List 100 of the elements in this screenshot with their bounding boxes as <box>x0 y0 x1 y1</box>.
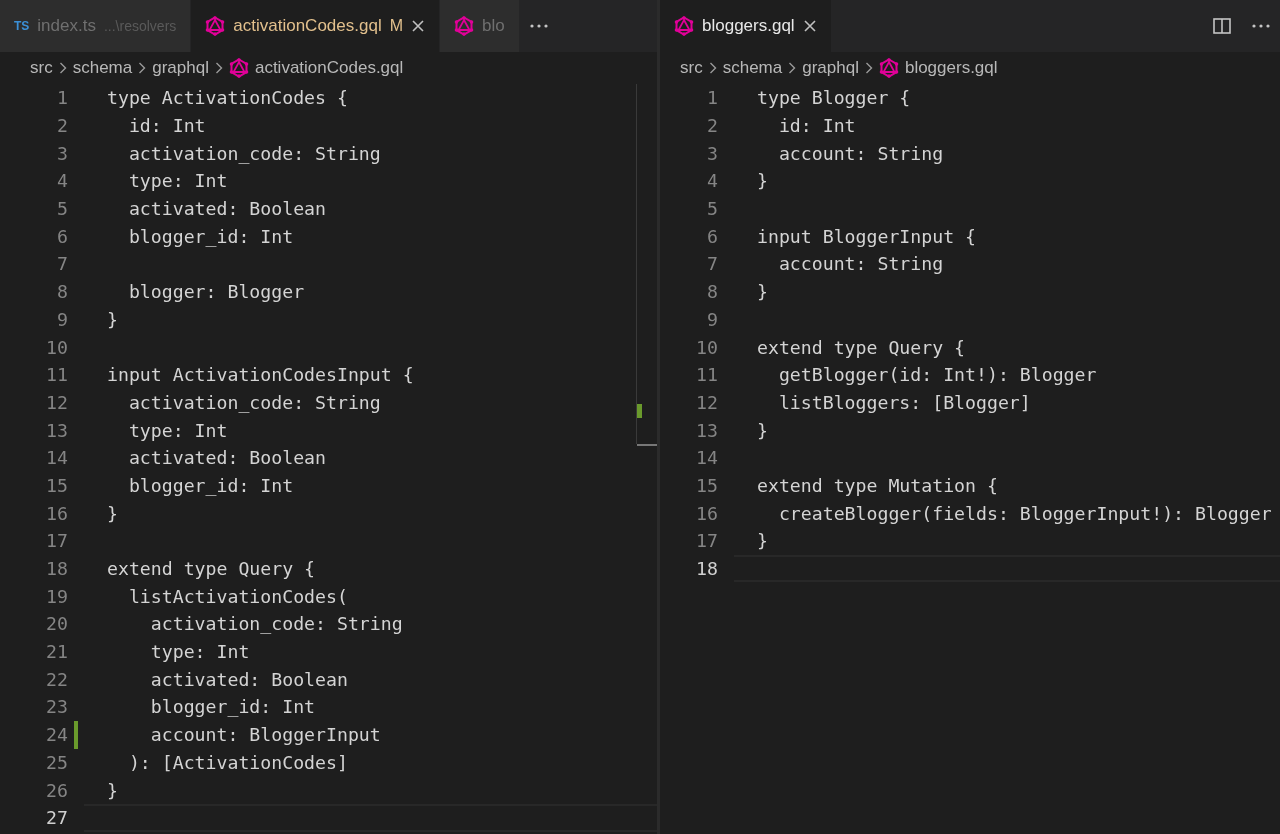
code-line: } <box>106 307 119 332</box>
line-number: 9 <box>706 308 718 330</box>
code-line: blogger_id: Int <box>149 695 317 720</box>
code-line: activated: Boolean <box>127 197 327 222</box>
code-line: type ActivationCodes { <box>106 86 349 111</box>
breadcrumb-item[interactable]: schema <box>722 58 783 78</box>
code-line: id: Int <box>127 114 207 139</box>
code-line: listActivationCodes( <box>127 584 349 609</box>
line-number: 21 <box>45 641 68 663</box>
line-number: 10 <box>45 336 68 358</box>
code-line: } <box>756 529 769 554</box>
line-number: 14 <box>45 447 68 469</box>
line-number: 11 <box>695 364 718 386</box>
code-line: type: Int <box>149 640 251 665</box>
code-line: type: Int <box>127 418 229 443</box>
code-line: account: BloggerInput <box>149 723 382 748</box>
code-line: activation_code: String <box>127 141 382 166</box>
line-number: 24 <box>45 724 68 746</box>
line-number: 5 <box>706 198 718 220</box>
code-line: activated: Boolean <box>149 667 349 692</box>
editor-tab[interactable]: bloggers.gql <box>660 0 832 52</box>
code-line: } <box>756 418 769 443</box>
code-line: ): [ActivationCodes] <box>127 750 349 775</box>
code-line: extend type Mutation { <box>756 473 999 498</box>
code-line: getBlogger(id: Int!): Blogger <box>777 363 1098 388</box>
line-number: 8 <box>56 281 68 303</box>
editor-tab[interactable]: activationCodes.gql M <box>191 0 440 52</box>
chevron-icon <box>788 62 797 74</box>
line-number: 11 <box>45 364 68 386</box>
split-editor-icon[interactable] <box>1212 16 1232 36</box>
breadcrumb-item[interactable]: schema <box>72 58 133 78</box>
code-line: activated: Boolean <box>127 446 327 471</box>
code-line: } <box>756 280 769 305</box>
line-number: 2 <box>56 115 68 137</box>
code-line: extend type Query { <box>106 557 317 582</box>
code-line: account: String <box>777 252 945 277</box>
line-number: 9 <box>56 308 68 330</box>
line-number: 19 <box>45 585 68 607</box>
line-number: 8 <box>706 281 718 303</box>
line-number: 1 <box>706 87 718 109</box>
line-number: 3 <box>706 142 718 164</box>
chevron-icon <box>864 62 873 74</box>
line-number: 23 <box>45 696 68 718</box>
line-number: 18 <box>695 558 718 580</box>
line-number: 20 <box>45 613 68 635</box>
graphql-icon <box>454 16 474 36</box>
line-number: 7 <box>56 253 68 275</box>
breadcrumb-item[interactable]: graphql <box>152 58 209 78</box>
breadcrumb-item[interactable]: bloggers.gql <box>904 58 998 78</box>
code-line: listBloggers: [Blogger] <box>777 390 1032 415</box>
line-number: 2 <box>706 115 718 137</box>
line-number: 7 <box>706 253 718 275</box>
line-number: 4 <box>706 170 718 192</box>
line-number: 12 <box>45 391 68 413</box>
breadcrumb-item[interactable]: activationCodes.gql <box>254 58 404 78</box>
close-icon[interactable] <box>411 19 425 33</box>
line-number: 15 <box>45 474 68 496</box>
line-number: 6 <box>706 225 718 247</box>
code-line: activation_code: String <box>127 390 382 415</box>
graphql-icon <box>228 58 249 78</box>
graphql-icon <box>205 16 226 36</box>
line-number: 17 <box>45 530 68 552</box>
typescript-icon: TS <box>14 19 30 33</box>
code-line: blogger_id: Int <box>127 224 295 249</box>
line-number: 14 <box>695 447 718 469</box>
code-line: blogger: Blogger <box>127 280 306 305</box>
more-icon[interactable] <box>1252 24 1270 28</box>
graphql-icon <box>674 16 694 36</box>
code-line: input BloggerInput { <box>756 224 977 249</box>
more-icon[interactable] <box>529 24 548 28</box>
line-number: 25 <box>45 751 68 773</box>
code-line: extend type Query { <box>756 335 967 360</box>
chevron-icon <box>214 62 223 74</box>
breadcrumb-item[interactable]: src <box>680 58 703 78</box>
code-line: type: Int <box>127 169 229 194</box>
line-number: 15 <box>695 474 718 496</box>
line-number: 18 <box>45 558 68 580</box>
line-number: 16 <box>45 502 68 524</box>
line-number: 10 <box>695 336 718 358</box>
line-number: 12 <box>695 391 718 413</box>
chevron-icon <box>708 62 717 74</box>
line-number: 6 <box>56 225 68 247</box>
line-number: 26 <box>45 779 68 801</box>
graphql-icon <box>878 58 899 78</box>
line-number: 16 <box>695 502 718 524</box>
breadcrumb-item[interactable]: graphql <box>802 58 859 78</box>
code-line: createBlogger(fields: BloggerInput!): Blogger <box>777 501 1273 526</box>
code-line: blogger_id: Int <box>127 473 295 498</box>
close-icon[interactable] <box>802 19 817 33</box>
line-number: 13 <box>45 419 68 441</box>
line-number: 1 <box>56 87 68 109</box>
chevron-icon <box>138 62 147 74</box>
breadcrumb-item[interactable]: src <box>30 58 53 78</box>
code-line: account: String <box>777 141 945 166</box>
code-line: input ActivationCodesInput { <box>106 363 415 388</box>
code-line: type Blogger { <box>756 86 912 111</box>
code-line: } <box>756 169 769 194</box>
code-line: } <box>106 501 119 526</box>
line-number: 17 <box>695 530 718 552</box>
code-line: activation_code: String <box>149 612 404 637</box>
